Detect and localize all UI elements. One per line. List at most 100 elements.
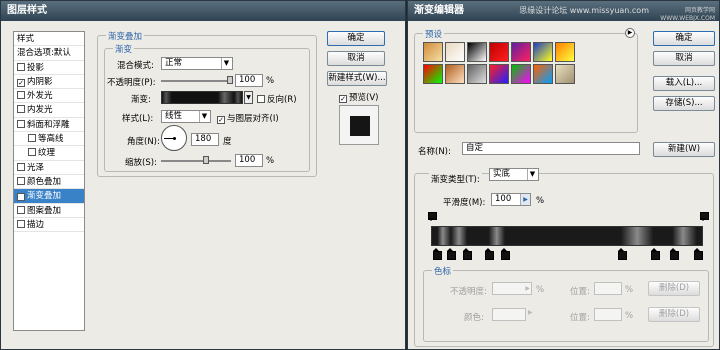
sidebar-item[interactable]: 投影 xyxy=(14,61,84,75)
style-select[interactable]: 线性 ▼ xyxy=(161,110,211,123)
opacity-input[interactable]: 100 xyxy=(235,74,263,87)
gradient-type-select[interactable]: 实底 ▼ xyxy=(489,168,539,181)
presets-label: 预设 xyxy=(423,28,445,40)
stop-opacity-input[interactable]: ▶ xyxy=(492,282,532,295)
checkbox-icon[interactable] xyxy=(17,62,25,71)
color-stop[interactable] xyxy=(669,248,679,260)
sidebar-item[interactable]: 图案叠加 xyxy=(14,204,84,218)
opacity-location-label: 位置: xyxy=(570,287,590,297)
sidebar-item[interactable]: ✓ 渐变叠加 xyxy=(14,189,84,204)
preset-swatch[interactable] xyxy=(423,64,443,84)
checkbox-icon[interactable]: ✓ xyxy=(17,193,25,202)
color-stop[interactable] xyxy=(432,248,442,260)
checkbox-icon[interactable] xyxy=(28,148,36,157)
color-stop[interactable] xyxy=(446,248,456,260)
arrow-right-icon[interactable]: ▶ xyxy=(625,28,635,38)
preset-swatch[interactable] xyxy=(423,42,443,62)
scale-slider[interactable] xyxy=(161,160,231,162)
load-button[interactable]: 载入(L)... xyxy=(653,76,715,91)
checkbox-icon[interactable] xyxy=(17,205,25,214)
sidebar-item[interactable]: 描边 xyxy=(14,218,84,233)
sidebar-item[interactable]: 等高线 xyxy=(14,132,84,147)
color-stop[interactable] xyxy=(617,248,627,260)
layer-style-title: 图层样式 xyxy=(1,1,405,21)
color-location-input[interactable] xyxy=(594,308,622,321)
sidebar-item[interactable]: 光泽 xyxy=(14,161,84,175)
opacity-stops-track xyxy=(427,212,709,224)
preset-swatch[interactable] xyxy=(489,64,509,84)
sidebar-item[interactable]: 内发光 xyxy=(14,103,84,118)
scale-slider-thumb[interactable] xyxy=(203,156,209,164)
preset-swatch[interactable] xyxy=(533,42,553,62)
color-stop[interactable] xyxy=(694,248,704,260)
sidebar-item[interactable]: ✓ 内阴影 xyxy=(14,75,84,90)
sidebar-item[interactable]: 纹理 xyxy=(14,146,84,161)
preset-swatch[interactable] xyxy=(489,42,509,62)
color-stop[interactable] xyxy=(500,248,510,260)
gradient-preview-bar[interactable] xyxy=(431,226,703,246)
layer-style-dialog: 图层样式 样式 混合选项:默认 投影 ✓ 内阴影 外发光 内发光 斜面和浮雕 等高线 纹理光泽颜色… xyxy=(0,0,406,350)
checkbox-icon[interactable] xyxy=(17,91,25,100)
arrow-right-icon[interactable]: ▶ xyxy=(528,309,533,316)
preset-swatch[interactable] xyxy=(555,42,575,62)
checkbox-icon[interactable] xyxy=(17,119,25,128)
checkbox-icon[interactable] xyxy=(17,105,25,114)
checkbox-icon[interactable]: ✓ xyxy=(17,78,25,87)
opacity-stop[interactable] xyxy=(699,212,709,222)
gradient-editor-dialog: 渐变编辑器 思缘设计论坛 www.missyuan.com 网页教学网 WWW.… xyxy=(407,0,720,350)
sidebar-item[interactable]: 混合选项:默认 xyxy=(14,46,84,61)
sidebar-item[interactable]: 颜色叠加 xyxy=(14,175,84,190)
color-stop[interactable] xyxy=(462,248,472,260)
name-input[interactable]: 自定 xyxy=(462,142,640,155)
blend-mode-select[interactable]: 正常 ▼ xyxy=(161,57,233,70)
sidebar-item-label: 纹理 xyxy=(38,148,56,159)
preset-swatch[interactable] xyxy=(467,42,487,62)
angle-dial[interactable] xyxy=(161,125,187,151)
opacity-stop[interactable] xyxy=(427,212,437,222)
delete-opacity-stop-button[interactable]: 删除(D) xyxy=(648,281,700,296)
angle-dial-center xyxy=(173,137,176,140)
angle-input[interactable]: 180 xyxy=(191,133,219,146)
style-preview-swatch xyxy=(339,105,379,145)
gradient-picker[interactable] xyxy=(161,91,243,104)
stop-color-swatch[interactable] xyxy=(492,308,526,321)
checkbox-icon[interactable] xyxy=(17,219,25,228)
ok-button[interactable]: 确定 xyxy=(653,31,715,46)
sidebar-item-label: 颜色叠加 xyxy=(27,176,62,187)
smoothness-input[interactable]: 100 ▶ xyxy=(491,193,531,206)
align-layer-checkbox[interactable]: ✓ 与图层对齐(I) xyxy=(217,112,279,124)
preview-checkbox[interactable]: ✓ 预览(V) xyxy=(339,91,378,103)
preset-swatch[interactable] xyxy=(467,64,487,84)
preset-swatch[interactable] xyxy=(555,64,575,84)
sidebar-item[interactable]: 斜面和浮雕 xyxy=(14,118,84,133)
scale-input[interactable]: 100 xyxy=(235,154,263,167)
preset-swatch[interactable] xyxy=(533,64,553,84)
preset-swatch[interactable] xyxy=(511,42,531,62)
sidebar-item[interactable]: 样式 xyxy=(14,32,84,47)
save-button[interactable]: 存储(S)... xyxy=(653,96,715,111)
sidebar-item-label: 光泽 xyxy=(27,162,45,173)
ok-button[interactable]: 确定 xyxy=(327,31,385,46)
checkbox-icon[interactable] xyxy=(28,134,36,143)
arrow-right-icon[interactable]: ▶ xyxy=(520,194,530,205)
opacity-slider-thumb[interactable] xyxy=(227,76,233,84)
color-stop[interactable] xyxy=(484,248,494,260)
preset-swatch[interactable] xyxy=(445,64,465,84)
color-stop[interactable] xyxy=(650,248,660,260)
sidebar-item-label: 图案叠加 xyxy=(27,205,62,216)
preset-swatch[interactable] xyxy=(445,42,465,62)
cancel-button[interactable]: 取消 xyxy=(327,51,385,66)
gradient-dropdown-chevron-down-icon[interactable]: ▼ xyxy=(244,91,253,104)
preset-swatch[interactable] xyxy=(511,64,531,84)
opacity-slider[interactable] xyxy=(161,80,231,82)
smoothness-value: 100 xyxy=(495,194,512,204)
reverse-checkbox[interactable]: 反向(R) xyxy=(257,93,297,105)
checkbox-icon[interactable] xyxy=(17,162,25,171)
new-style-button[interactable]: 新建样式(W)... xyxy=(327,71,387,86)
cancel-button[interactable]: 取消 xyxy=(653,51,715,66)
opacity-location-input[interactable] xyxy=(594,282,622,295)
checkbox-icon[interactable] xyxy=(17,176,25,185)
sidebar-item[interactable]: 外发光 xyxy=(14,89,84,104)
delete-color-stop-button[interactable]: 删除(D) xyxy=(648,307,700,322)
new-gradient-button[interactable]: 新建(W) xyxy=(653,142,715,157)
